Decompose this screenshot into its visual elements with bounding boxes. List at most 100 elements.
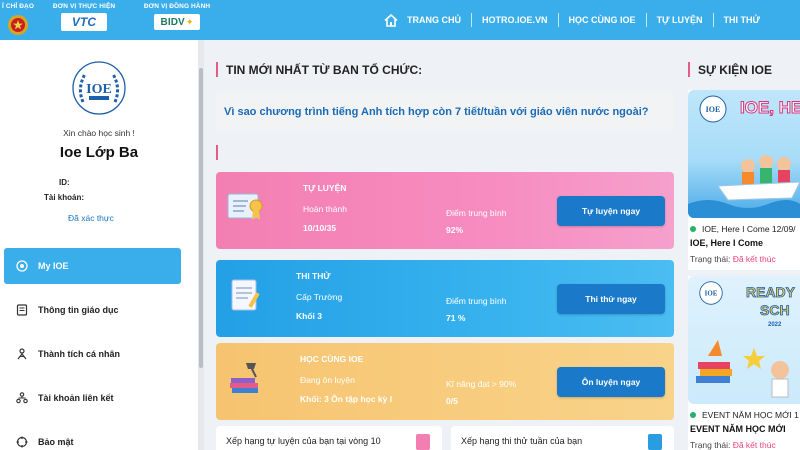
account-label: Tài khoản: bbox=[44, 193, 85, 202]
bidv-star-icon: ✦ bbox=[185, 16, 194, 27]
sponsor-label: ĐƠN VỊ THỰC HIỆN bbox=[52, 3, 116, 10]
nav-home-label: TRANG CHỦ bbox=[407, 15, 462, 25]
sidebar-scrollbar-thumb[interactable] bbox=[199, 68, 203, 368]
section-accent-bar bbox=[216, 145, 218, 160]
event-title: EVENT NĂM HỌC MỚI bbox=[690, 424, 786, 434]
event-status-value: Đã kết thúc bbox=[732, 254, 776, 264]
ranking-badge-icon bbox=[416, 434, 430, 450]
nav-learn-with-ioe[interactable]: HỌC CÙNG IOE bbox=[559, 15, 646, 25]
verified-status[interactable]: Đã xác thực bbox=[68, 213, 114, 223]
card-value-average: 71 % bbox=[446, 313, 466, 323]
books-lamp-icon bbox=[230, 363, 258, 393]
event-card[interactable]: IOE IOE, HE IOE, Here I Come 12/09/ IOE,… bbox=[688, 90, 800, 270]
top-header: Ỉ CHỈ ĐẠO ĐƠN VỊ THỰC HIỆN VTC ĐƠN VỊ ĐỒ… bbox=[0, 0, 800, 40]
vtc-logo-text: VTC bbox=[71, 15, 97, 29]
link-accounts-icon bbox=[14, 392, 30, 404]
card-learn-with-ioe: HỌC CÙNG IOE Đang ôn luyện Khối: 3 Ôn tậ… bbox=[216, 343, 674, 420]
nav-mock-label: THI THỬ bbox=[723, 15, 760, 25]
sidebar-menu: My IOE Thông tin giáo dục Thành tích cá … bbox=[0, 248, 198, 450]
self-practice-button[interactable]: Tự luyện ngay bbox=[557, 196, 665, 226]
nav-practice-label: TỰ LUYỆN bbox=[656, 15, 703, 25]
nav-home[interactable]: TRANG CHỦ bbox=[374, 13, 471, 27]
card-value-studying: Khối: 3 Ôn tập học kỳ I bbox=[300, 394, 393, 404]
section-accent-bar bbox=[688, 62, 690, 77]
nav-support[interactable]: HOTRO.IOE.VN bbox=[472, 15, 558, 25]
event-date-line: EVENT NĂM HỌC MỚI 1 bbox=[690, 410, 799, 420]
card-mock-test: THI THỬ Cấp Trường Khối 3 Điểm trung bìn… bbox=[216, 260, 674, 337]
document-icon bbox=[14, 304, 30, 316]
profile-panel: IOE Xin chào học sinh ! Ioe Lớp Ba bbox=[0, 40, 198, 161]
event-title: IOE, Here I Come bbox=[690, 238, 764, 248]
main-nav: TRANG CHỦ HOTRO.IOE.VN HỌC CÙNG IOE TỰ L… bbox=[374, 0, 800, 40]
events-section-title: SỰ KIỆN IOE bbox=[688, 62, 772, 77]
event-status-label: Trạng thái: bbox=[690, 254, 731, 264]
sidebar-item-label: Bảo mật bbox=[38, 437, 74, 447]
kids-on-boat-illustration bbox=[688, 155, 800, 218]
mock-test-ranking-card[interactable]: Xếp hạng thi thử tuần của bạn bbox=[451, 426, 674, 450]
security-icon bbox=[14, 436, 30, 448]
news-section-title: TIN MỚI NHẤT TỪ BAN TỔ CHỨC: bbox=[216, 62, 422, 77]
sponsor-directing: Ỉ CHỈ ĐẠO bbox=[0, 3, 36, 36]
event-active-dot-icon bbox=[690, 412, 696, 418]
card-value-level: Khối 3 bbox=[296, 311, 322, 321]
sidebar-item-label: Thông tin giáo dục bbox=[38, 305, 119, 315]
ioe-event-logo-icon: IOE bbox=[699, 281, 723, 305]
sidebar-item-security[interactable]: Bảo mật bbox=[4, 424, 181, 450]
event-status-value: Đã kết thúc bbox=[732, 440, 776, 450]
card-value-average: 92% bbox=[446, 225, 464, 235]
nav-self-practice[interactable]: TỰ LUYỆN bbox=[647, 15, 713, 25]
ioe-event-logo-icon: IOE bbox=[699, 95, 727, 123]
nav-learn-label: HỌC CÙNG IOE bbox=[568, 15, 636, 25]
exam-paper-icon bbox=[231, 279, 260, 311]
event-status-line: Trạng thái: Đã kết thúc bbox=[690, 254, 776, 264]
event-date-text: EVENT NĂM HỌC MỚI 1 bbox=[702, 410, 799, 420]
sponsors: Ỉ CHỈ ĐẠO ĐƠN VỊ THỰC HIỆN VTC ĐƠN VỊ ĐỒ… bbox=[0, 0, 222, 40]
sidebar-item-label: Thành tích cá nhân bbox=[38, 349, 121, 359]
card-value-completed: 10/10/35 bbox=[303, 223, 337, 233]
event-banner-text-2: SCH bbox=[760, 302, 790, 319]
sidebar-item-my-ioe[interactable]: My IOE bbox=[4, 248, 181, 284]
ranking-badge-icon bbox=[648, 434, 662, 450]
bidv-logo: BIDV ✦ bbox=[154, 14, 200, 30]
sponsor-label: Ỉ CHỈ ĐẠO bbox=[2, 3, 34, 10]
card-title: TỰ LUYỆN bbox=[303, 183, 347, 193]
card-self-practice: TỰ LUYỆN Hoàn thành 10/10/35 Điểm trung … bbox=[216, 172, 674, 249]
card-label-studying: Đang ôn luyện bbox=[300, 375, 355, 385]
card-value-skills: 0/5 bbox=[446, 396, 458, 406]
card-label-average: Điểm trung bình bbox=[446, 296, 507, 306]
bidv-logo-text: BIDV bbox=[160, 16, 185, 28]
card-label-level: Cấp Trường bbox=[296, 292, 343, 302]
sponsor-companion: ĐƠN VỊ ĐỒNG HÀNH BIDV ✦ bbox=[132, 3, 222, 30]
ranking-label: Xếp hạng tự luyện của bạn tại vòng 10 bbox=[226, 436, 381, 446]
news-title-text: TIN MỚI NHẤT TỪ BAN TỔ CHỨC: bbox=[226, 62, 423, 77]
svg-text:IOE: IOE bbox=[705, 291, 718, 298]
sidebar: IOE Xin chào học sinh ! Ioe Lớp Ba ID: T… bbox=[0, 40, 198, 450]
event-banner-text: READY bbox=[746, 284, 796, 301]
news-headline-link[interactable]: Vì sao chương trình tiếng Anh tích hợp c… bbox=[216, 92, 674, 131]
nav-support-label: HOTRO.IOE.VN bbox=[482, 15, 548, 25]
review-now-button[interactable]: Ôn luyện ngay bbox=[557, 367, 665, 397]
event-banner-image: IOE IOE, HE bbox=[688, 90, 800, 218]
ioe-logo-icon: IOE bbox=[72, 61, 126, 115]
nav-mock-test[interactable]: THI THỬ bbox=[714, 15, 800, 25]
event-card[interactable]: IOE READY SCH 2022 EVENT NĂM HỌC MỚI 1 E… bbox=[688, 276, 800, 450]
sponsor-implementer: ĐƠN VỊ THỰC HIỆN VTC bbox=[36, 3, 132, 31]
home-icon bbox=[14, 260, 30, 272]
user-name: Ioe Lớp Ba bbox=[59, 144, 139, 161]
event-date-line: IOE, Here I Come 12/09/ bbox=[690, 224, 796, 234]
event-status-label: Trạng thái: bbox=[690, 440, 731, 450]
self-practice-ranking-card[interactable]: Xếp hạng tự luyện của bạn tại vòng 10 bbox=[216, 426, 442, 450]
news-headline-text: Vì sao chương trình tiếng Anh tích hợp c… bbox=[224, 105, 649, 118]
ranking-label: Xếp hạng thi thử tuần của bạn bbox=[461, 436, 583, 446]
card-label-average: Điểm trung bình bbox=[446, 208, 507, 218]
sidebar-item-label: My IOE bbox=[38, 261, 69, 271]
event-date-text: IOE, Here I Come 12/09/ bbox=[702, 224, 796, 234]
ioe-logo-text: IOE bbox=[86, 82, 112, 97]
sidebar-item-linked-accounts[interactable]: Tài khoản liên kết bbox=[4, 380, 181, 416]
sidebar-item-achievements[interactable]: Thành tích cá nhân bbox=[4, 336, 181, 372]
section-accent-bar bbox=[216, 62, 218, 77]
events-title-text: SỰ KIỆN IOE bbox=[698, 62, 772, 77]
mock-test-button[interactable]: Thi thử ngay bbox=[557, 284, 665, 314]
sidebar-item-education-info[interactable]: Thông tin giáo dục bbox=[4, 292, 181, 328]
card-title: HỌC CÙNG IOE bbox=[300, 354, 364, 364]
